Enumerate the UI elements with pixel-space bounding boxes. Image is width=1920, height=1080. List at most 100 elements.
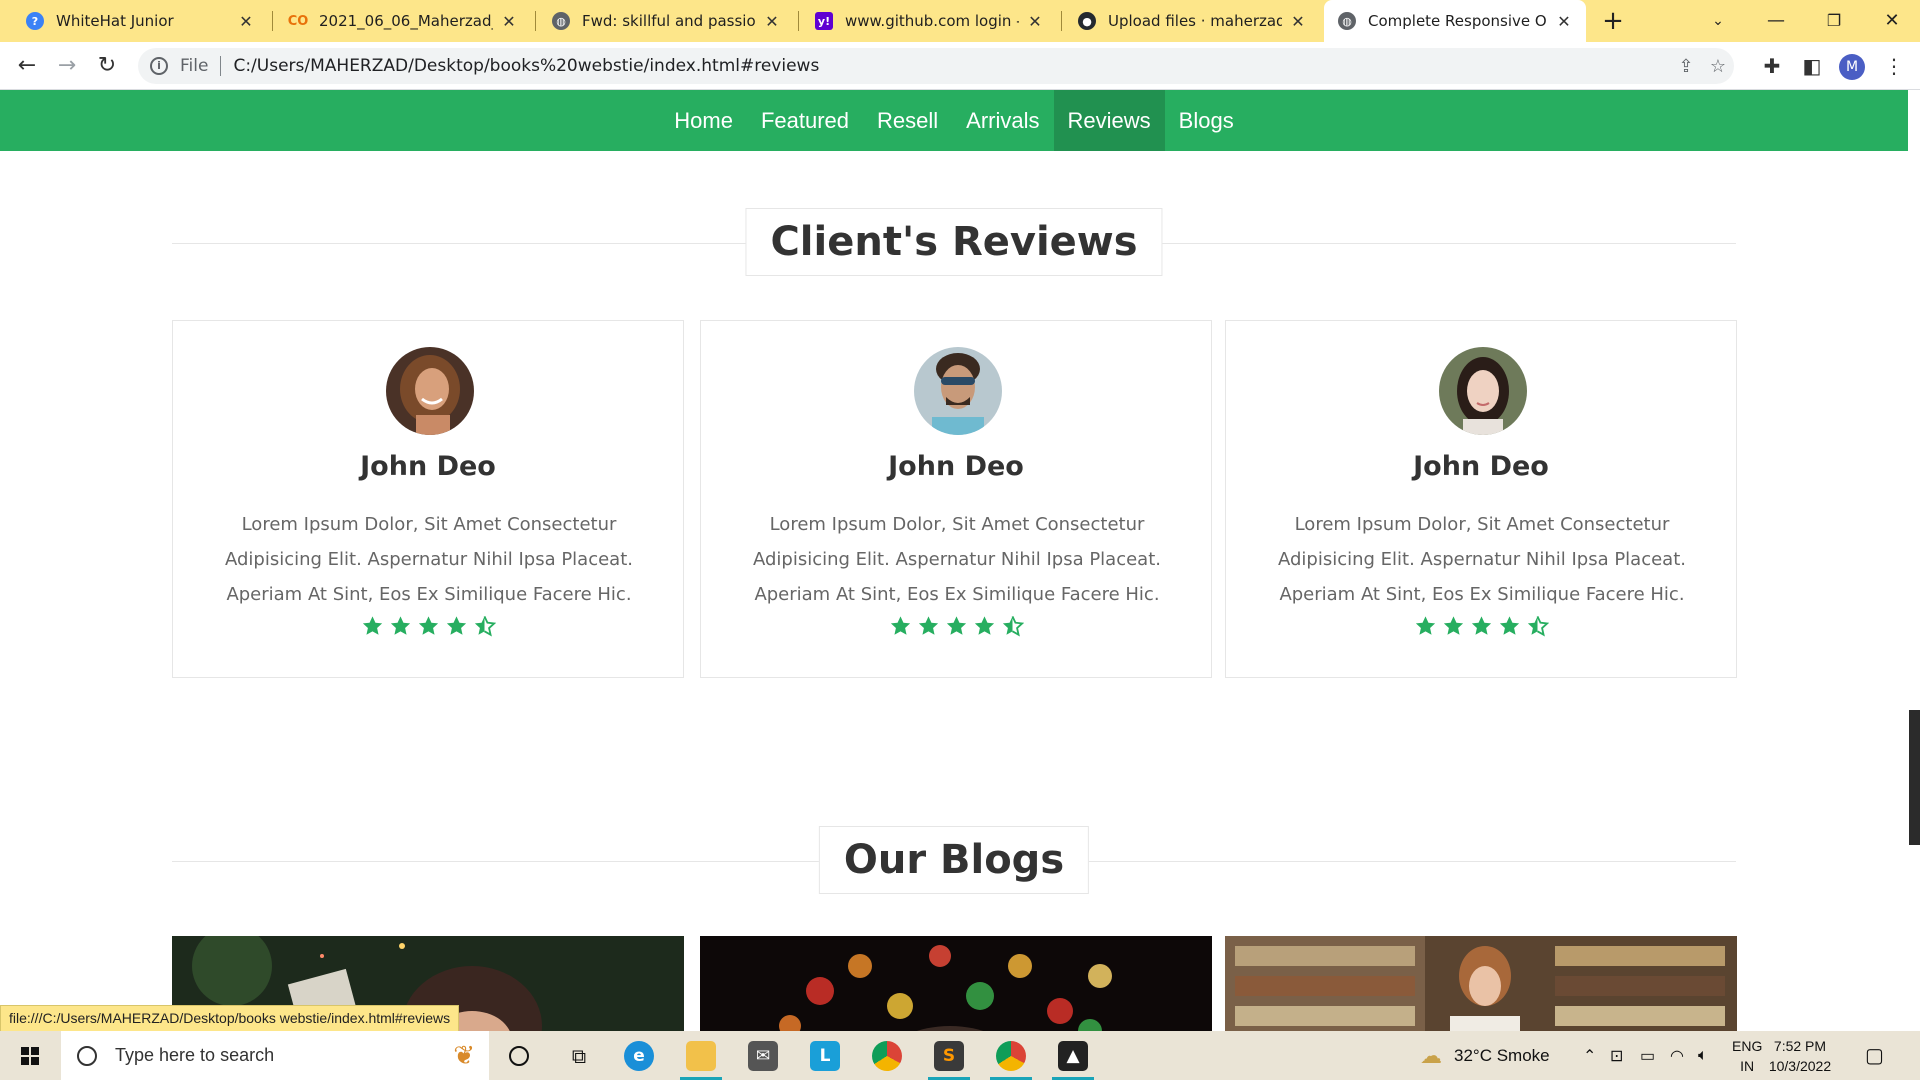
cortana-icon[interactable] xyxy=(492,1031,546,1080)
meet-now-icon[interactable]: ⊡ xyxy=(1610,1031,1623,1080)
reviews-heading: Client's Reviews xyxy=(172,208,1736,278)
review-card: John Deo Lorem Ipsum Dolor, Sit Amet Con… xyxy=(1225,320,1737,678)
link-status-bubble: file:///C:/Users/MAHERZAD/Desktop/books … xyxy=(0,1005,460,1031)
star-icon xyxy=(1471,616,1491,635)
profile-avatar[interactable]: M xyxy=(1839,54,1865,80)
bookmark-star-icon[interactable]: ☆ xyxy=(1702,56,1734,77)
star-rating xyxy=(701,615,1211,637)
site-navbar: Home Featured Resell Arrivals Reviews Bl… xyxy=(0,90,1908,151)
chrome-profile-icon[interactable] xyxy=(984,1031,1038,1080)
edge-icon[interactable]: e xyxy=(612,1031,666,1080)
globe-icon: ◍ xyxy=(552,12,570,30)
close-icon[interactable]: ✕ xyxy=(1027,12,1043,31)
nav-link-reviews[interactable]: Reviews xyxy=(1053,90,1165,151)
new-tab-button[interactable]: + xyxy=(1598,6,1628,36)
close-icon[interactable]: ✕ xyxy=(764,12,780,31)
page-scrollbar-thumb[interactable] xyxy=(1909,710,1920,845)
star-icon xyxy=(1499,616,1519,635)
reviewer-name: John Deo xyxy=(360,451,496,482)
blog-image[interactable] xyxy=(1225,936,1737,1031)
avatar xyxy=(386,347,474,435)
star-rating xyxy=(173,615,683,637)
nav-link-home[interactable]: Home xyxy=(660,90,747,151)
clock-time: 7:52 PM xyxy=(1773,1038,1827,1054)
close-icon[interactable]: ✕ xyxy=(1556,12,1572,31)
extensions-icon[interactable]: ✚ xyxy=(1757,51,1787,81)
search-icon xyxy=(77,1045,97,1066)
launcher-l-icon[interactable]: L xyxy=(798,1031,852,1080)
nav-link-arrivals[interactable]: Arrivals xyxy=(952,90,1053,151)
weather-widget[interactable]: ☁ 32°C Smoke xyxy=(1420,1031,1550,1080)
star-icon xyxy=(974,616,994,635)
star-icon xyxy=(890,616,910,635)
page-viewport: Home Featured Resell Arrivals Reviews Bl… xyxy=(0,90,1920,1031)
task-view-icon[interactable]: ⧉ xyxy=(552,1031,606,1080)
browser-tab[interactable]: y! www.github.com login - Yah ✕ xyxy=(801,0,1057,42)
site-info-icon[interactable]: i xyxy=(150,57,168,75)
photos-icon[interactable]: ▲ xyxy=(1046,1031,1100,1080)
star-half-icon xyxy=(1002,615,1024,637)
review-card: John Deo Lorem Ipsum Dolor, Sit Amet Con… xyxy=(172,320,684,678)
nav-link-resell[interactable]: Resell xyxy=(863,90,952,151)
windows-start-icon[interactable] xyxy=(10,1041,50,1071)
menu-kebab-icon[interactable]: ⋮ xyxy=(1879,51,1909,81)
browser-tab-active[interactable]: ◍ Complete Responsive Onlin ✕ xyxy=(1324,0,1586,42)
url-text[interactable]: C:/Users/MAHERZAD/Desktop/books%20websti… xyxy=(233,56,1670,76)
tab-title: Fwd: skillful and passionate xyxy=(582,12,756,30)
star-icon xyxy=(946,616,966,635)
battery-icon[interactable]: ▭ xyxy=(1640,1031,1655,1080)
back-icon[interactable]: ← xyxy=(12,51,42,81)
search-placeholder: Type here to search xyxy=(115,1045,275,1065)
tab-title: Upload files · maherzad/ma xyxy=(1108,12,1282,30)
search-highlight-icon: ❦ xyxy=(453,1040,475,1070)
browser-tab[interactable]: ◍ Fwd: skillful and passionate ✕ xyxy=(538,0,794,42)
file-explorer-icon[interactable] xyxy=(674,1031,728,1080)
input-language[interactable]: ENG IN xyxy=(1732,1036,1762,1076)
review-text: Lorem Ipsum Dolor, Sit Amet Consectetur … xyxy=(1278,514,1686,605)
mail-icon[interactable]: ✉ xyxy=(736,1031,790,1080)
taskbar-search-input[interactable]: Type here to search ❦ xyxy=(61,1031,489,1080)
reviewer-name: John Deo xyxy=(888,451,1024,482)
review-text: Lorem Ipsum Dolor, Sit Amet Consectetur … xyxy=(753,514,1161,605)
chrome-icon[interactable] xyxy=(860,1031,914,1080)
minimize-icon[interactable]: — xyxy=(1756,6,1796,36)
reviewer-name: John Deo xyxy=(1413,451,1549,482)
show-hidden-icons[interactable]: ⌃ xyxy=(1583,1031,1596,1080)
section-title: Client's Reviews xyxy=(745,208,1163,276)
wifi-icon[interactable]: ◠ xyxy=(1670,1031,1684,1080)
yahoo-icon: y! xyxy=(815,12,833,30)
restore-icon[interactable]: ❐ xyxy=(1814,6,1854,36)
sublime-text-icon[interactable]: S xyxy=(922,1031,976,1080)
browser-toolbar: ← → ↻ i File C:/Users/MAHERZAD/Desktop/b… xyxy=(0,42,1920,90)
star-icon xyxy=(1443,616,1463,635)
tab-search-icon[interactable]: ⌄ xyxy=(1698,6,1738,36)
address-bar[interactable]: i File C:/Users/MAHERZAD/Desktop/books%2… xyxy=(138,48,1734,84)
browser-tab[interactable]: ? WhiteHat Junior ✕ xyxy=(12,0,268,42)
browser-tab[interactable]: ● Upload files · maherzad/ma ✕ xyxy=(1064,0,1320,42)
browser-tab-strip: ? WhiteHat Junior ✕ CO 2021_06_06_Maherz… xyxy=(0,0,1920,42)
close-icon[interactable]: ✕ xyxy=(238,12,254,31)
forward-icon[interactable]: → xyxy=(52,51,82,81)
share-icon[interactable]: ⇪ xyxy=(1670,56,1702,77)
nav-link-featured[interactable]: Featured xyxy=(747,90,863,151)
windows-taskbar: Type here to search ❦ ⧉ e ✉ L S ▲ ☁ 32°C… xyxy=(0,1031,1920,1080)
tab-title: 2021_06_06_Maherzad_Proj xyxy=(319,12,493,30)
whitehat-icon: ? xyxy=(26,12,44,30)
notification-icon[interactable]: ▢ xyxy=(1865,1031,1884,1080)
star-icon xyxy=(418,616,438,635)
nav-link-blogs[interactable]: Blogs xyxy=(1165,90,1248,151)
system-clock[interactable]: 7:52 PM 10/3/2022 xyxy=(1760,1036,1840,1076)
blog-image[interactable] xyxy=(700,936,1212,1031)
volume-icon[interactable]: 🔈︎ xyxy=(1698,1031,1708,1080)
browser-tab[interactable]: CO 2021_06_06_Maherzad_Proj ✕ xyxy=(275,0,531,42)
reload-icon[interactable]: ↻ xyxy=(92,51,122,81)
github-icon: ● xyxy=(1078,12,1096,30)
close-icon[interactable]: ✕ xyxy=(501,12,517,31)
close-icon[interactable]: ✕ xyxy=(1290,12,1306,31)
weather-text: 32°C Smoke xyxy=(1454,1045,1550,1065)
star-icon xyxy=(390,616,410,635)
review-card: John Deo Lorem Ipsum Dolor, Sit Amet Con… xyxy=(700,320,1212,678)
side-panel-icon[interactable]: ◧ xyxy=(1797,51,1827,81)
close-window-icon[interactable]: ✕ xyxy=(1872,6,1912,36)
avatar xyxy=(914,347,1002,435)
